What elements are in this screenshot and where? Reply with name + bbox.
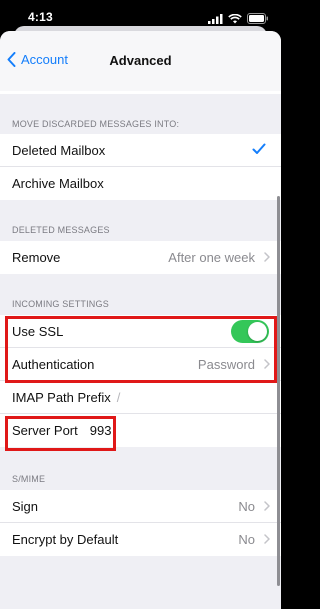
authentication-value: Password xyxy=(197,356,255,372)
remove-value: After one week xyxy=(168,250,255,265)
chevron-right-icon xyxy=(264,534,270,544)
section-header-discarded: MOVE DISCARDED MESSAGES INTO: xyxy=(12,119,180,129)
remove-row[interactable]: Remove After one week xyxy=(0,241,281,274)
imap-path-prefix-label: IMAP Path Prefix xyxy=(12,389,111,405)
imap-path-prefix-input[interactable]: / xyxy=(117,390,121,405)
sign-value: No xyxy=(238,498,255,514)
encrypt-by-default-row[interactable]: Encrypt by Default No xyxy=(0,523,281,556)
smime-group: Sign No Encrypt by Default No xyxy=(0,490,281,556)
remove-label: Remove xyxy=(12,250,61,265)
deleted-group: Remove After one week xyxy=(0,241,281,274)
section-header-deleted: DELETED MESSAGES xyxy=(12,225,110,235)
chevron-right-icon xyxy=(264,501,270,511)
option-archive-mailbox[interactable]: Archive Mailbox xyxy=(0,167,281,200)
previous-group-bottom xyxy=(0,91,281,94)
authentication-row[interactable]: Authentication Password xyxy=(0,348,281,381)
sign-row[interactable]: Sign No xyxy=(0,490,281,523)
checkmark-icon xyxy=(252,143,266,154)
status-time: 4:13 xyxy=(28,10,53,24)
server-port-input[interactable]: 993 xyxy=(90,423,112,438)
use-ssl-label: Use SSL xyxy=(12,323,64,339)
use-ssl-row: Use SSL xyxy=(0,315,281,348)
imap-path-prefix-row: IMAP Path Prefix / xyxy=(0,381,281,414)
discarded-group: Deleted Mailbox Archive Mailbox xyxy=(0,134,281,200)
advanced-settings-sheet: Account Advanced MOVE DISCARDED MESSAGES… xyxy=(0,31,281,609)
toggle-knob xyxy=(248,322,267,341)
encrypt-by-default-label: Encrypt by Default xyxy=(12,532,119,547)
section-header-incoming: INCOMING SETTINGS xyxy=(12,299,109,309)
chevron-right-icon xyxy=(264,252,270,262)
authentication-label: Authentication xyxy=(12,356,95,372)
option-label: Archive Mailbox xyxy=(12,176,104,191)
use-ssl-toggle[interactable] xyxy=(231,320,269,343)
server-port-row: Server Port 993 xyxy=(0,414,281,447)
server-port-label: Server Port xyxy=(12,423,78,438)
option-label: Deleted Mailbox xyxy=(12,142,106,158)
incoming-group: Use SSL Authentication Password IMAP Pat… xyxy=(0,315,281,447)
scrollbar[interactable] xyxy=(277,196,280,586)
navigation-bar: Account Advanced xyxy=(0,31,281,91)
sign-label: Sign xyxy=(12,498,39,514)
encrypt-by-default-value: No xyxy=(238,532,255,547)
chevron-right-icon xyxy=(264,359,270,369)
page-title: Advanced xyxy=(109,53,172,68)
option-deleted-mailbox[interactable]: Deleted Mailbox xyxy=(0,134,281,167)
section-header-smime: S/MIME xyxy=(12,474,46,484)
